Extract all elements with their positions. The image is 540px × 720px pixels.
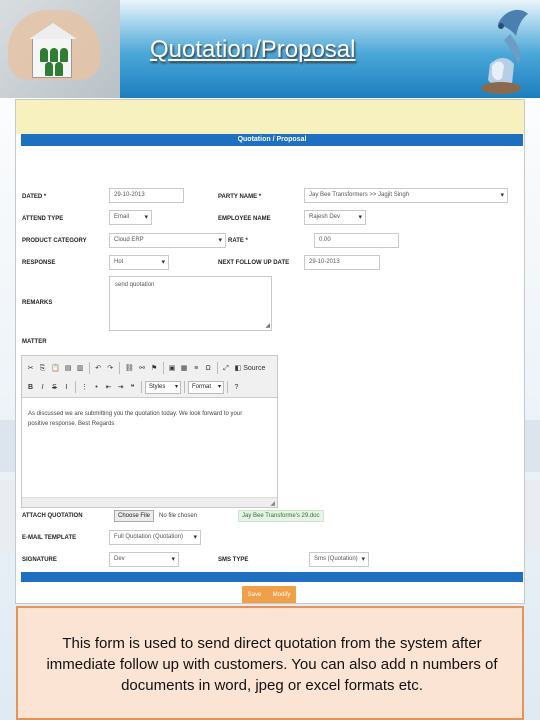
- save-button[interactable]: Save: [248, 592, 262, 598]
- source-icon: ◧: [234, 364, 242, 372]
- caption-box: This form is used to send direct quotati…: [16, 606, 524, 720]
- redo-icon[interactable]: ↷: [105, 362, 116, 375]
- sms-type-label: SMS TYPE: [218, 557, 249, 563]
- next-follow-up-label: NEXT FOLLOW UP DATE: [218, 260, 290, 266]
- bird-logo: [481, 9, 528, 94]
- editor-toolbar: ✂ ⎘ 📋 ▤ ▥ ↶ ↷ ⛓ ⚯ ⚑ ▣ ▦ ≡ Ω ⤢ ◧ Source B…: [22, 356, 277, 398]
- resize-grip-icon[interactable]: ◢: [265, 322, 270, 329]
- product-category-label: PRODUCT CATEGORY: [22, 238, 87, 244]
- italic-button[interactable]: I: [37, 381, 48, 394]
- email-template-label: E-MAIL TEMPLATE: [22, 535, 77, 541]
- format-select[interactable]: Format: [188, 380, 224, 394]
- editor-footer: ◢: [22, 497, 277, 507]
- maximize-icon[interactable]: ⤢: [221, 362, 232, 375]
- form-header: Quotation / Proposal: [21, 134, 523, 146]
- attach-quotation-label: ATTACH QUOTATION: [22, 513, 83, 519]
- remarks-label: REMARKS: [22, 300, 53, 306]
- blockquote-icon[interactable]: ❝: [127, 381, 138, 394]
- paste-word-icon[interactable]: ▥: [75, 362, 86, 375]
- table-icon[interactable]: ▦: [179, 362, 190, 375]
- anchor-icon[interactable]: ⚑: [149, 362, 160, 375]
- choose-file-button[interactable]: Choose File: [114, 510, 155, 522]
- unlink-icon[interactable]: ⚯: [137, 362, 148, 375]
- form-screenshot: Quotation / Proposal DATED * 29-10-2013 …: [15, 99, 525, 604]
- employee-name-select[interactable]: Rajesh Dev: [304, 210, 366, 225]
- email-template-select[interactable]: Full Quotation (Quotation): [109, 530, 201, 545]
- undo-icon[interactable]: ↶: [93, 362, 104, 375]
- rate-label: RATE *: [228, 238, 248, 244]
- image-icon[interactable]: ▣: [167, 362, 178, 375]
- rate-field[interactable]: 0.00: [314, 233, 399, 248]
- signature-select[interactable]: Dev: [109, 552, 179, 567]
- attend-type-select[interactable]: Email: [109, 210, 152, 225]
- attend-type-label: ATTEND TYPE: [22, 216, 64, 222]
- party-name-label: PARTY NAME *: [218, 194, 262, 200]
- no-file-text: No file chosen: [159, 513, 198, 519]
- matter-label: MATTER: [22, 339, 47, 345]
- indent-icon[interactable]: ⇥: [115, 381, 126, 394]
- product-category-select[interactable]: Cloud ERP: [109, 233, 226, 248]
- paste-text-icon[interactable]: ▤: [63, 362, 74, 375]
- dated-field[interactable]: 29-10-2013: [109, 188, 184, 203]
- attached-file-link[interactable]: Jay Bee Transforme's 29.doc: [238, 510, 324, 522]
- signature-label: SIGNATURE: [22, 557, 57, 563]
- remove-format-icon[interactable]: Ⅰ: [61, 381, 72, 394]
- numbered-list-icon[interactable]: ⋮: [79, 381, 90, 394]
- form-footer-bar: [21, 572, 523, 582]
- employee-name-label: EMPLOYEE NAME: [218, 216, 271, 222]
- bold-button[interactable]: B: [25, 381, 36, 394]
- next-follow-up-field[interactable]: 29-10-2013: [304, 255, 380, 270]
- banner-photo: [0, 0, 120, 98]
- source-label: Source: [243, 364, 266, 372]
- copy-icon[interactable]: ⎘: [37, 362, 48, 375]
- slide-banner: Quotation/Proposal: [0, 0, 540, 98]
- modify-button[interactable]: Modify: [273, 592, 291, 598]
- strike-button[interactable]: S: [49, 381, 60, 394]
- link-icon[interactable]: ⛓: [123, 362, 136, 375]
- action-buttons: Save Modify: [242, 586, 296, 603]
- source-button[interactable]: ◧ Source: [233, 362, 268, 375]
- party-name-select[interactable]: Jay Bee Transformers >> Jagjit Singh: [304, 188, 508, 203]
- response-label: RESPONSE: [22, 260, 56, 266]
- resize-grip-icon[interactable]: ◢: [270, 500, 275, 507]
- remarks-text: send quotation: [115, 282, 155, 288]
- outdent-icon[interactable]: ⇤: [103, 381, 114, 394]
- app-top-bar: [16, 100, 524, 134]
- styles-select[interactable]: Styles: [145, 380, 181, 394]
- remarks-textarea[interactable]: send quotation ◢: [109, 276, 272, 331]
- dated-label: DATED *: [22, 194, 47, 200]
- hr-icon[interactable]: ≡: [191, 362, 202, 375]
- caption-text: This form is used to send direct quotati…: [46, 635, 498, 694]
- help-button[interactable]: ?: [231, 381, 242, 394]
- rich-text-editor[interactable]: ✂ ⎘ 📋 ▤ ▥ ↶ ↷ ⛓ ⚯ ⚑ ▣ ▦ ≡ Ω ⤢ ◧ Source B…: [21, 355, 278, 508]
- paste-icon[interactable]: 📋: [49, 362, 62, 375]
- cut-icon[interactable]: ✂: [25, 362, 36, 375]
- editor-body[interactable]: As discussed we are submitting you the q…: [28, 409, 263, 429]
- page-title: Quotation/Proposal: [150, 36, 356, 63]
- bulleted-list-icon[interactable]: •: [91, 381, 102, 394]
- response-select[interactable]: Hot: [109, 255, 169, 270]
- special-char-icon[interactable]: Ω: [203, 362, 214, 375]
- sms-type-select[interactable]: Sms (Quotation): [309, 552, 369, 567]
